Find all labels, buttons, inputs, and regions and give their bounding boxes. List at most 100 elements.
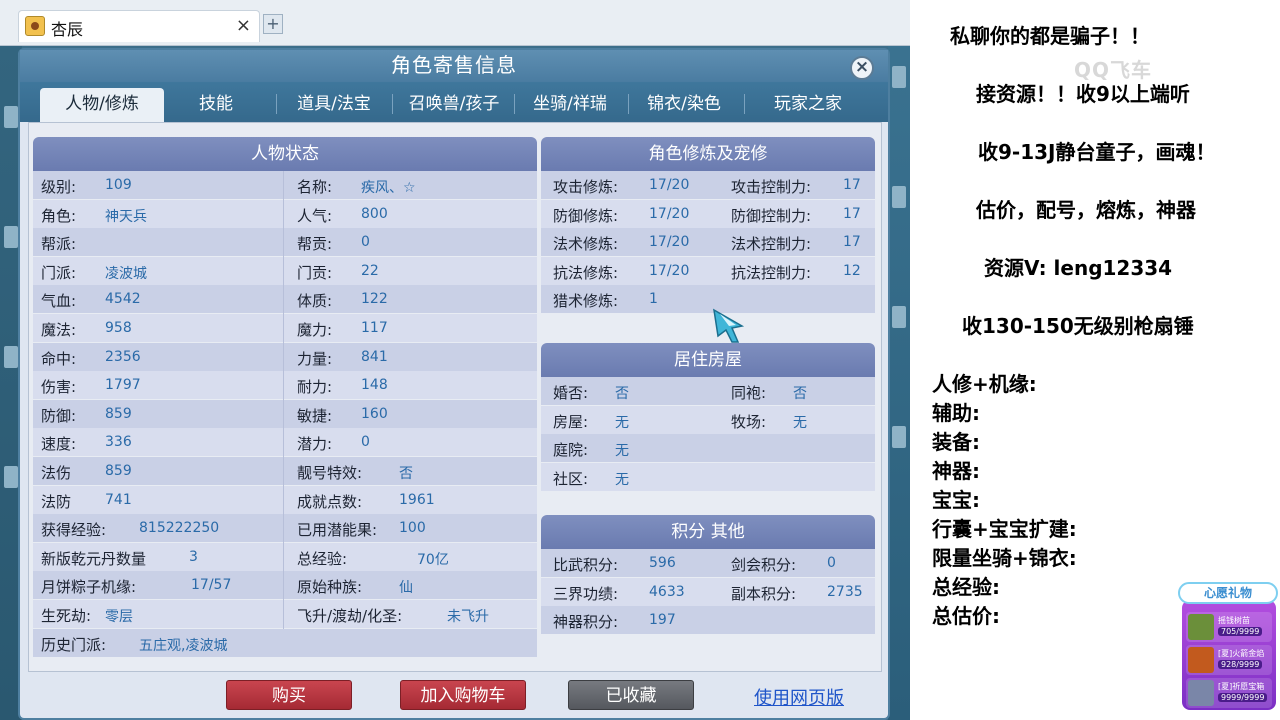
status-label: 防御: [41,406,77,425]
close-icon[interactable]: × [850,56,874,80]
house-label: 房屋: [553,412,589,431]
cultivation-header: 角色修炼及宠修 [541,137,875,171]
gift-count: 9999/9999 [1218,693,1268,702]
gift-widget: 摇钱树苗 705/9999 [夏]火箭金焰 928/9999 [夏]祈愿宝箱 9999/9… [1178,578,1278,710]
stream-text-line: 神器: [932,459,980,483]
tab-content: 人物状态 ? 角色修炼及宠修 居住房屋 积分 其他 级别:109名称:疾风、☆角… [28,122,882,672]
dialog-title-bar: 角色寄售信息 [20,50,888,82]
tab-items[interactable]: 道具/法宝 [282,88,386,122]
background-chip [892,426,906,448]
gift-name: [夏]祈愿宝箱 [1218,682,1265,691]
gift-name: 摇钱树苗 [1218,616,1250,625]
background-chip [4,466,18,488]
stream-text-line: 限量坐骑+锦衣: [932,546,1077,570]
status-header: 人物状态 [33,137,537,171]
status-value: 815222250 [139,520,220,537]
tab-skills[interactable]: 技能 [176,88,256,122]
buy-button[interactable]: 购买 [226,680,352,710]
gift-item[interactable]: [夏]祈愿宝箱 9999/9999 [1186,678,1272,708]
status-row: 伤害: 1797 耐力: 148 [33,371,537,400]
add-to-cart-button[interactable]: 加入购物车 [400,680,526,710]
points-label: 神器积分: [553,613,619,632]
cultivation-label: 防御修炼: [553,206,619,225]
tab-outfits[interactable]: 锦衣/染色 [632,88,736,122]
status-label: 力量: [297,349,333,368]
gift-icon [1188,647,1214,673]
status-value: 0 [361,234,370,251]
stream-text-line: 人修+机缘: [932,372,1037,396]
cultivation-row: 法术修炼: 17/20 法术控制力: 17 [541,228,875,257]
status-row: 级别: 109 名称: 疾风、☆ [33,171,537,199]
house-value: 否 [615,386,629,402]
status-row: 法伤 859 靓号特效: 否 [33,457,537,485]
house-row: 庭院: 无 [541,434,875,463]
stream-text-line: 装备: [932,430,980,454]
status-label: 月饼粽子机缘: [41,578,137,597]
gift-count: 928/9999 [1218,660,1263,669]
cultivation-value: 12 [843,262,861,279]
cultivation-label: 抗法修炼: [553,263,619,282]
house-header: 居住房屋 [541,343,875,377]
points-value: 0 [827,555,836,571]
status-value: 958 [105,320,132,336]
status-row: 气血: 4542 体质: 122 [33,285,537,314]
stream-text-line: 估价，配号，熔炼，神器 [976,198,1196,222]
status-row: 获得经验: 815222250 已用潜能果: 100 [33,514,537,543]
gift-count: 705/9999 [1218,627,1263,636]
web-version-link[interactable]: 使用网页版 [754,684,844,710]
status-label: 伤害: [41,378,77,397]
browser-tab[interactable]: 杏辰 × [18,10,260,42]
status-label: 原始种族: [297,578,363,597]
house-value: 否 [793,386,807,402]
status-label: 速度: [41,435,77,454]
status-value: 22 [361,262,379,279]
gift-item[interactable]: [夏]火箭金焰 928/9999 [1186,645,1272,675]
status-value: 160 [361,405,388,422]
cultivation-value: 17/20 [649,177,690,193]
status-label: 法防 [41,492,72,511]
house-label: 牧场: [731,412,767,431]
status-label: 总经验: [297,549,348,568]
points-row: 比武积分: 596 剑会积分: 0 [541,549,875,577]
status-value: 0 [361,434,370,451]
stream-text-line: 资源V: leng12334 [984,256,1173,280]
tab-character[interactable]: 人物/修炼 [40,88,164,122]
cultivation-label: 法术控制力: [731,235,812,254]
background-chip [892,306,906,328]
tab-close-icon[interactable]: × [236,15,251,36]
cultivation-value: 17/20 [649,262,690,279]
favorited-button[interactable]: 已收藏 [568,680,694,710]
status-label: 级别: [41,178,77,196]
stream-text-line: 私聊你的都是骗子！！ [950,24,1150,48]
house-row: 社区: 无 [541,462,875,491]
gift-icon [1188,614,1214,640]
status-value: 否 [399,466,413,482]
status-label: 门派: [41,263,77,282]
status-value: 疾风、☆ [361,180,416,196]
status-row: 法防 741 成就点数: 1961 [33,485,537,514]
status-label: 角色: [41,206,77,225]
cultivation-label: 法术修炼: [553,235,619,254]
tab-pets[interactable]: 召唤兽/孩子 [396,88,512,122]
gift-item[interactable]: 摇钱树苗 705/9999 [1186,612,1272,642]
status-value: 3 [189,548,198,565]
status-value: 未飞升 [447,609,489,625]
cultivation-value: 17 [843,177,861,193]
status-value: 122 [361,291,388,308]
tab-player-home[interactable]: 玩家之家 [750,88,866,122]
status-value: 117 [361,320,388,336]
status-value: 859 [105,405,132,422]
status-value: 仙 [399,580,413,597]
status-row: 门派: 凌波城 门贡: 22 [33,256,537,285]
status-label: 帮派: [41,235,77,254]
tab-mounts[interactable]: 坐骑/祥瑞 [518,88,622,122]
cultivation-label: 防御控制力: [731,206,812,225]
house-label: 同袍: [731,384,767,402]
tab-divider [514,94,515,114]
status-value: 1961 [399,491,435,508]
new-tab-button[interactable]: + [263,14,283,34]
status-label: 人气: [297,206,333,225]
cultivation-value: 1 [649,291,658,308]
gift-name: [夏]火箭金焰 [1218,649,1265,658]
background-right-strip [888,46,910,720]
